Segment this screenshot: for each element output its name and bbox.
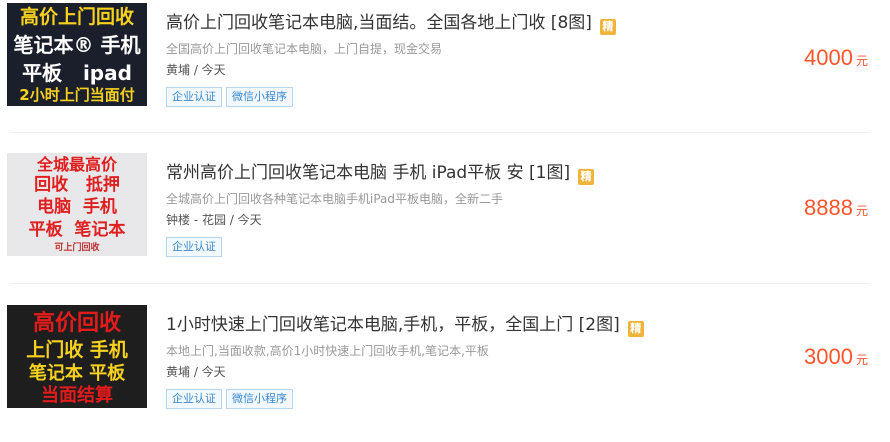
listing-description: 全城高价上门回收各种笔记本电脑手机iPad平板电脑，全新二手 (166, 192, 504, 206)
listing-title-text[interactable]: 常州高价上门回收笔记本电脑 手机 iPad平板 安 [1图] (166, 163, 570, 183)
listing-item[interactable]: 全城最高价 回收 抵押 电脑 手机 平板 笔记本 可上门回收 常州高价上门回收笔… (0, 150, 890, 290)
tag-enterprise-verified: 企业认证 (166, 87, 222, 107)
divider (10, 132, 870, 133)
thumbnail-text: 笔记本 平板 (28, 363, 126, 384)
thumbnail-text: 笔记本® 手机 (13, 33, 141, 57)
listing-price: 3000 元 (804, 344, 868, 370)
listing-title-text[interactable]: 1小时快速上门回收笔记本电脑,手机，平板，全国上门 [2图] (166, 315, 620, 335)
listing-location: 黄埔 / 今天 (166, 63, 226, 77)
price-value: 4000 (804, 45, 853, 70)
listing-thumbnail[interactable]: 高价上门回收 笔记本® 手机 平板 ipad 2小时上门当面付 (7, 3, 147, 106)
tag-wechat-miniprogram: 微信小程序 (226, 389, 293, 409)
listing-title[interactable]: 常州高价上门回收笔记本电脑 手机 iPad平板 安 [1图] 精 (166, 158, 595, 185)
listing-location: 黄埔 / 今天 (166, 365, 226, 379)
listing-tags: 企业认证 (166, 237, 226, 257)
listing-description: 本地上门,当面收款,高价1小时快速上门回收手机,笔记本,平板 (166, 344, 489, 358)
listing-location: 钟楼 - 花园 / 今天 (166, 213, 262, 227)
featured-badge-icon: 精 (578, 169, 595, 185)
thumbnail-text: 高价上门回收 (19, 6, 134, 28)
divider (10, 283, 870, 284)
thumbnail-text: 全城最高价 (36, 155, 117, 174)
price-value: 3000 (804, 344, 853, 369)
thumbnail-text: 平板 ipad (22, 61, 132, 85)
thumbnail-text: 当面结算 (41, 385, 113, 406)
featured-badge-icon: 精 (627, 321, 644, 337)
listing-tags: 企业认证 微信小程序 (166, 389, 297, 409)
tag-enterprise-verified: 企业认证 (166, 237, 222, 257)
listing-title[interactable]: 1小时快速上门回收笔记本电脑,手机，平板，全国上门 [2图] 精 (166, 310, 644, 337)
thumbnail-text: 高价回收 (32, 311, 121, 336)
listing-thumbnail[interactable]: 高价回收 上门收 手机 笔记本 平板 当面结算 (7, 305, 147, 408)
price-unit: 元 (855, 54, 868, 68)
listing-title-text[interactable]: 高价上门回收笔记本电脑,当面结。全国各地上门收 [8图] (166, 13, 592, 33)
tag-enterprise-verified: 企业认证 (166, 389, 222, 409)
price-value: 8888 (804, 195, 853, 220)
price-unit: 元 (855, 353, 868, 367)
listing-price: 4000 元 (804, 45, 868, 71)
listing-item[interactable]: 高价上门回收 笔记本® 手机 平板 ipad 2小时上门当面付 高价上门回收笔记… (0, 0, 890, 140)
listing-item[interactable]: 高价回收 上门收 手机 笔记本 平板 当面结算 1小时快速上门回收笔记本电脑,手… (0, 302, 890, 442)
thumbnail-text: 2小时上门当面付 (19, 86, 135, 104)
listing-tags: 企业认证 微信小程序 (166, 87, 297, 107)
listing-title[interactable]: 高价上门回收笔记本电脑,当面结。全国各地上门收 [8图] 精 (166, 8, 616, 35)
thumbnail-text: 可上门回收 (54, 243, 100, 253)
listing-thumbnail[interactable]: 全城最高价 回收 抵押 电脑 手机 平板 笔记本 可上门回收 (7, 153, 147, 256)
price-unit: 元 (855, 204, 868, 218)
thumbnail-text: 电脑 手机 (37, 197, 117, 217)
thumbnail-text: 上门收 手机 (26, 339, 128, 361)
thumbnail-text: 平板 笔记本 (28, 220, 126, 240)
featured-badge-icon: 精 (599, 19, 616, 35)
listing-description: 全国高价上门回收笔记本电脑，上门自提，现金交易 (166, 42, 443, 56)
tag-wechat-miniprogram: 微信小程序 (226, 87, 293, 107)
listing-price: 8888 元 (804, 195, 868, 221)
thumbnail-text: 回收 抵押 (34, 175, 120, 195)
